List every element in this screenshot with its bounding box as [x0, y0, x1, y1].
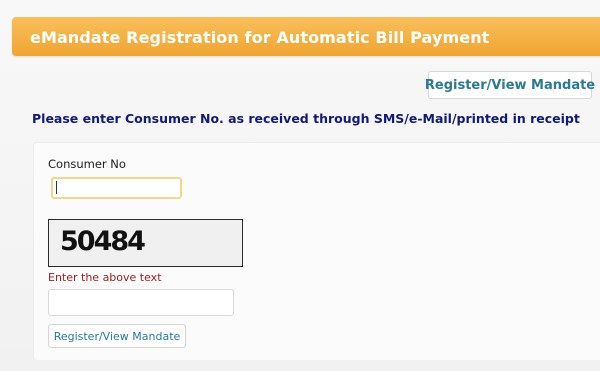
captcha-label: Enter the above text — [48, 271, 162, 284]
consumer-no-label: Consumer No — [48, 157, 126, 171]
captcha-input[interactable] — [48, 289, 234, 316]
instruction-text: Please enter Consumer No. as received th… — [32, 111, 580, 126]
consumer-no-input[interactable] — [51, 177, 182, 199]
submit-register-view-mandate-button[interactable]: Register/View Mandate — [48, 324, 186, 348]
captcha-code: 50484 — [60, 226, 146, 257]
page-title: eMandate Registration for Automatic Bill… — [30, 28, 490, 47]
register-view-mandate-button[interactable]: Register/View Mandate — [425, 71, 595, 99]
page: eMandate Registration for Automatic Bill… — [0, 0, 600, 371]
text-cursor — [56, 181, 57, 194]
